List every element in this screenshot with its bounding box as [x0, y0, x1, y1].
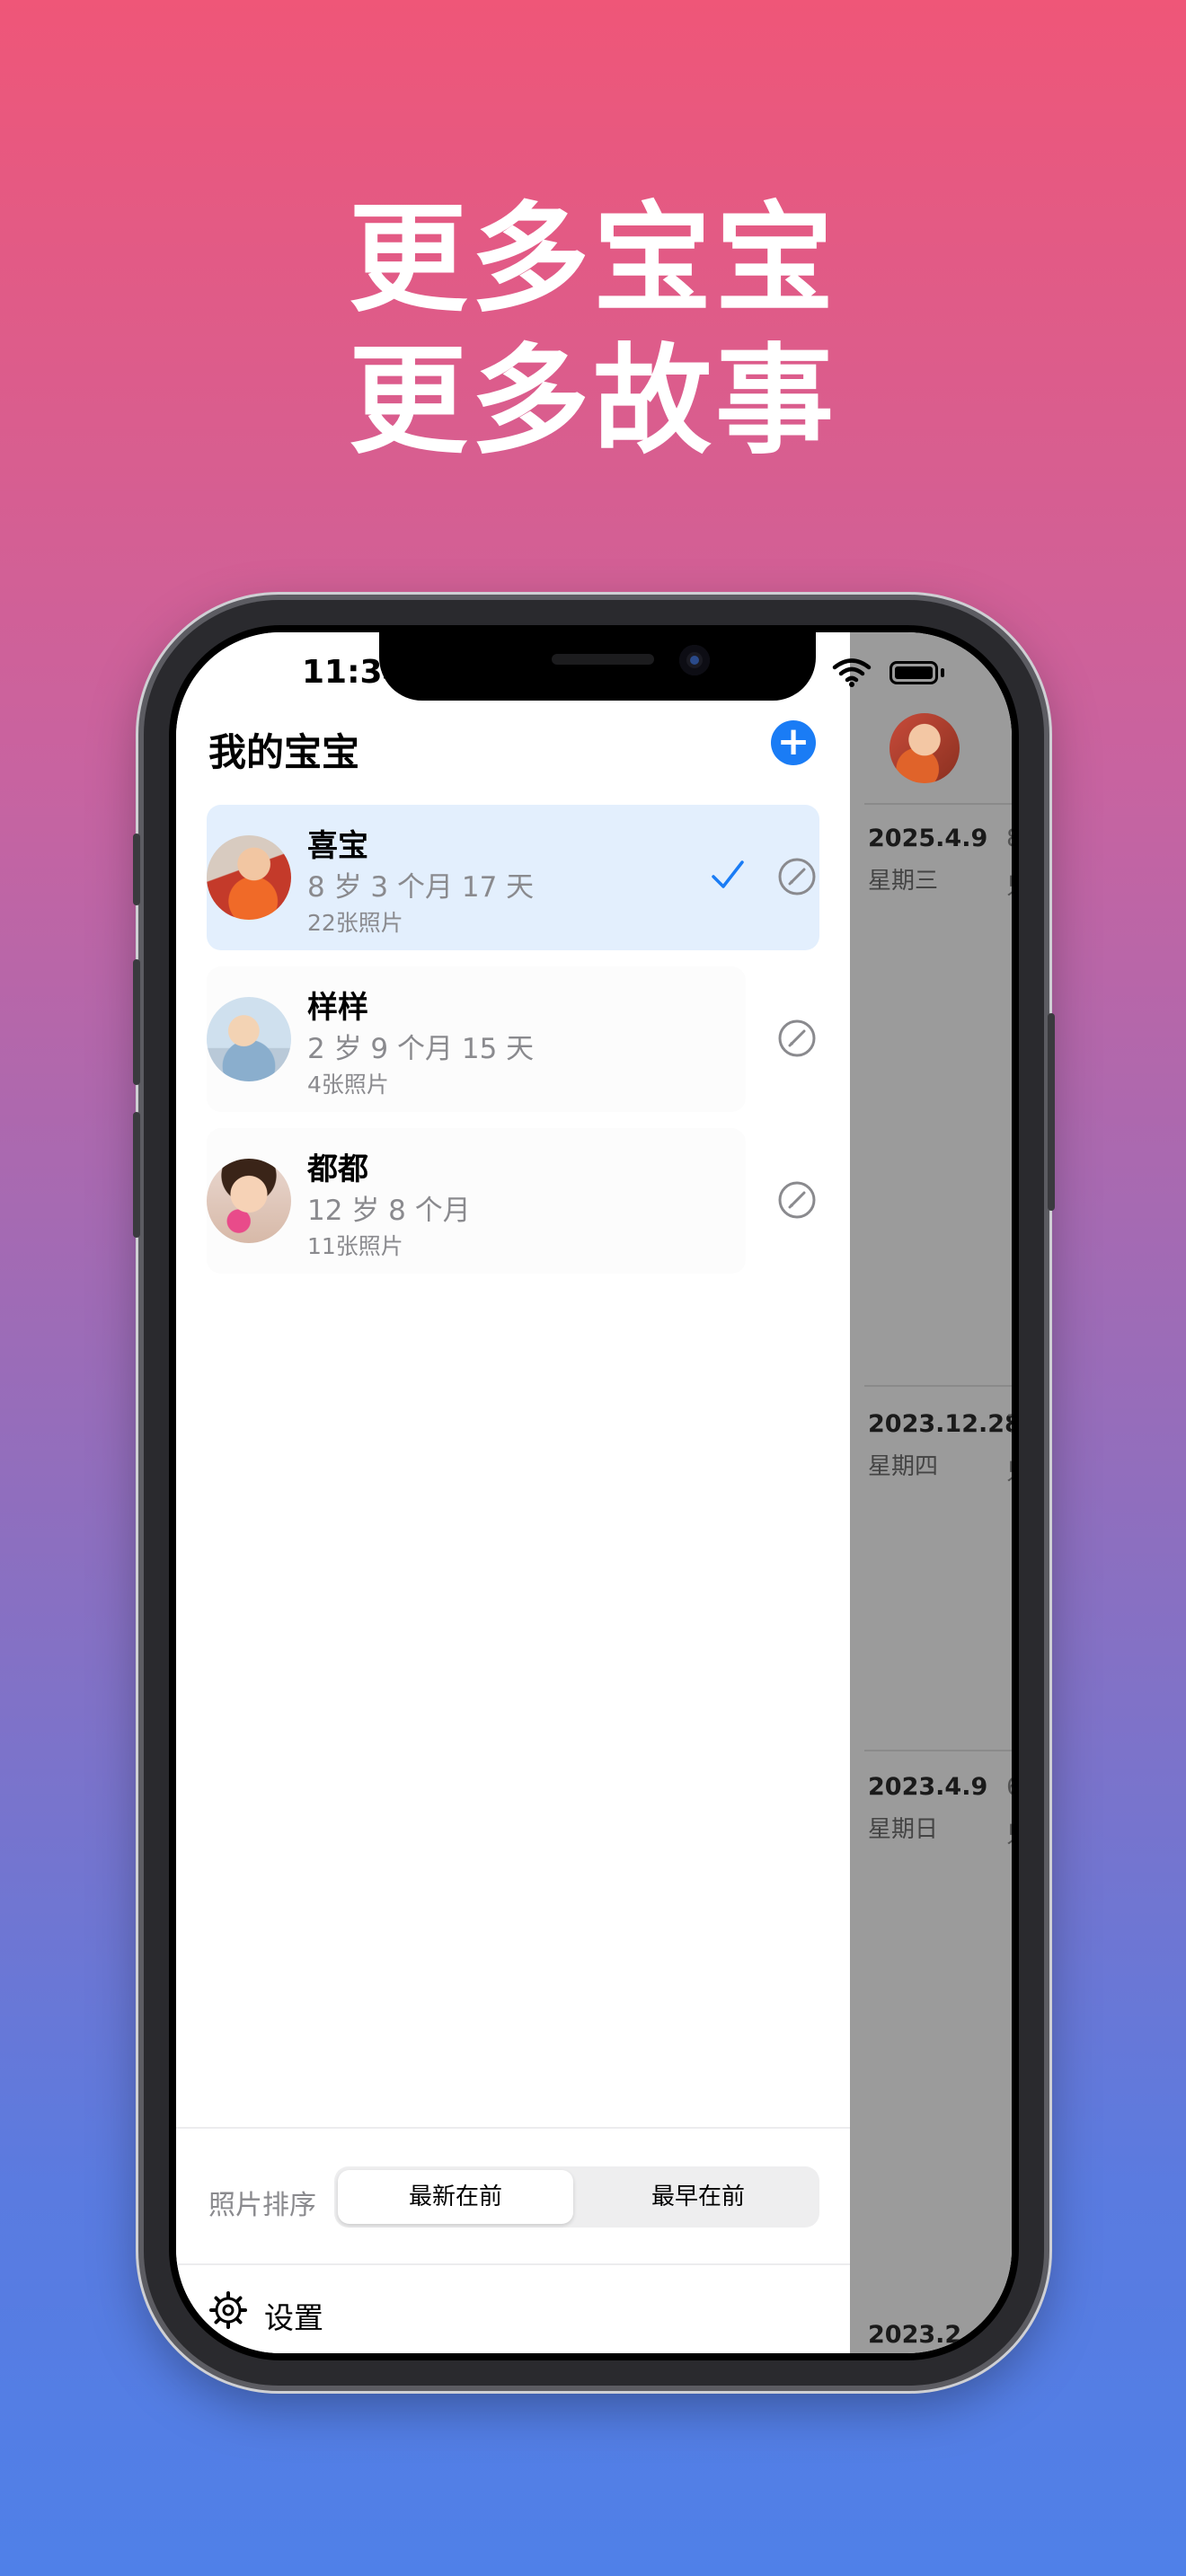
checkmark-icon — [712, 860, 744, 888]
timeline-extra-2: 只 — [1006, 1453, 1012, 1486]
baby-row[interactable]: 都都 12 岁 8 个月 11张照片 — [207, 1128, 746, 1274]
promo-headline: 更多宝宝 更多故事 — [0, 189, 1186, 472]
speaker-grille — [552, 654, 654, 665]
add-baby-button[interactable]: + — [771, 720, 816, 765]
timeline-date: 2023.2 — [868, 2321, 962, 2349]
timeline-extra-2: 只 — [1006, 1816, 1012, 1849]
section-divider — [176, 2263, 850, 2265]
screen-content: 2025.4.9 星期三 8 只 2023.12.28 星期四 7 只 2023… — [176, 632, 1012, 2353]
timeline-peek-overlay[interactable]: 2025.4.9 星期三 8 只 2023.12.28 星期四 7 只 2023… — [850, 632, 1012, 2353]
status-icons — [832, 656, 949, 692]
edit-baby-icon[interactable] — [778, 1181, 816, 1219]
headline-line-1: 更多宝宝 — [349, 190, 837, 329]
phone-frame: 2025.4.9 星期三 8 只 2023.12.28 星期四 7 只 2023… — [133, 600, 1055, 2386]
notch — [379, 632, 816, 701]
timeline-date: 2023.4.9 — [868, 1773, 988, 1801]
baby-age: 8 岁 3 个月 17 天 — [307, 871, 535, 904]
photo-count: 4张照片 — [307, 1072, 389, 1098]
timeline-date: 2023.12.28 — [868, 1410, 1012, 1438]
edit-baby-icon[interactable] — [778, 858, 816, 895]
timeline-date: 2025.4.9 — [868, 825, 988, 852]
baby-row[interactable]: 喜宝 8 岁 3 个月 17 天 22张照片 — [207, 805, 819, 950]
photo-count: 11张照片 — [307, 1233, 403, 1259]
current-baby-avatar — [890, 713, 960, 783]
baby-age: 2 岁 9 个月 15 天 — [307, 1033, 535, 1065]
timeline-divider — [864, 1385, 1012, 1387]
photo-count: 22张照片 — [307, 910, 403, 936]
battery-icon — [890, 661, 938, 684]
plus-icon: + — [776, 719, 810, 764]
settings-label: 设置 — [264, 2300, 323, 2335]
timeline-divider — [864, 1750, 1012, 1751]
timeline-weekday: 星期三 — [868, 868, 939, 895]
sort-label: 照片排序 — [208, 2190, 316, 2221]
status-time: 11:34 — [302, 654, 405, 691]
timeline-extra-2: 只 — [1006, 868, 1012, 901]
avatar — [207, 997, 291, 1081]
baby-age: 12 岁 8 个月 — [307, 1195, 471, 1227]
baby-name: 都都 — [307, 1151, 368, 1187]
front-camera — [679, 645, 710, 675]
timeline-extra: 7 — [1006, 1410, 1012, 1438]
sort-option-oldest[interactable]: 最早在前 — [580, 2170, 816, 2224]
volume-up-button — [133, 959, 140, 1085]
gear-icon — [209, 2291, 247, 2329]
timeline-weekday: 星期四 — [868, 1453, 939, 1480]
volume-down-button — [133, 1112, 140, 1238]
baby-row[interactable]: 样样 2 岁 9 个月 15 天 4张照片 — [207, 966, 746, 1112]
wifi-icon — [832, 658, 872, 687]
sort-option-newest[interactable]: 最新在前 — [338, 2170, 573, 2224]
edit-baby-icon[interactable] — [778, 1019, 816, 1057]
baby-drawer: 我的宝宝 + 喜宝 8 岁 3 个月 17 天 22张照片 样样 2 岁 9 个… — [176, 632, 850, 2353]
battery-tip — [941, 668, 944, 677]
timeline-extra: 8 — [1006, 825, 1012, 852]
phone-screen: 2025.4.9 星期三 8 只 2023.12.28 星期四 7 只 2023… — [169, 625, 1019, 2360]
avatar — [207, 1159, 291, 1243]
power-button — [1048, 1013, 1055, 1211]
avatar — [207, 835, 291, 920]
timeline-weekday: 星期日 — [868, 1816, 939, 1843]
timeline-extra: 6 — [1006, 1773, 1012, 1801]
headline-line-2: 更多故事 — [349, 332, 837, 471]
timeline-divider — [864, 803, 1012, 805]
section-divider — [176, 2127, 850, 2129]
sort-segmented-control: 最新在前 最早在前 — [334, 2166, 819, 2228]
baby-name: 样样 — [307, 990, 368, 1026]
baby-name: 喜宝 — [307, 828, 368, 864]
mute-switch — [133, 834, 140, 905]
drawer-title: 我的宝宝 — [208, 730, 360, 774]
